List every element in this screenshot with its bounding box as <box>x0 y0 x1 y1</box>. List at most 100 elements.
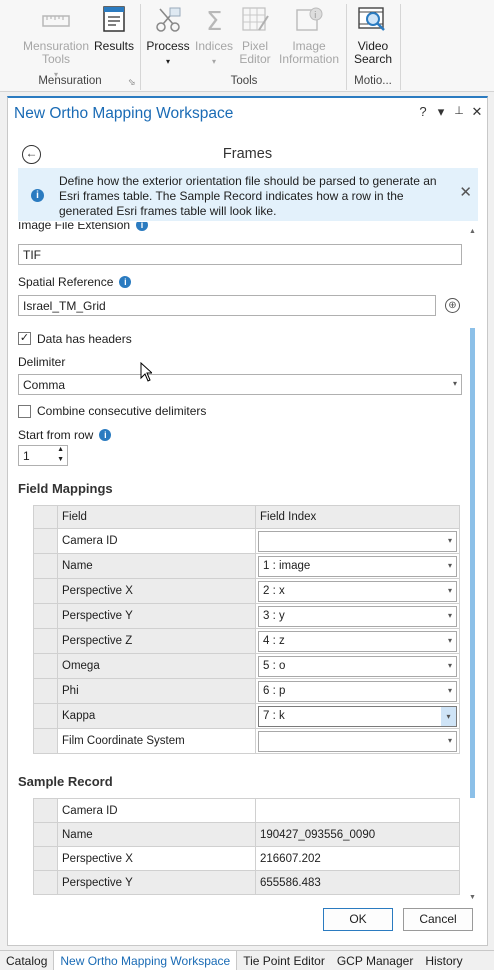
row-header[interactable] <box>33 578 58 604</box>
row-header[interactable] <box>33 628 58 654</box>
row-header[interactable] <box>33 553 58 579</box>
chevron-down-icon: ▾ <box>447 660 452 670</box>
info-icon[interactable]: i <box>119 276 132 288</box>
sample-field-name: Name <box>57 822 256 847</box>
cancel-button[interactable]: Cancel <box>403 908 473 931</box>
sample-record-title: Sample Record <box>18 774 113 789</box>
mensuration-group-label: Mensuration <box>38 75 102 87</box>
tab-catalog[interactable]: Catalog <box>0 951 53 970</box>
spatial-ref-label-row: Spatial Reference i <box>18 275 132 289</box>
ok-button[interactable]: OK <box>323 908 393 931</box>
table-row: Perspective Y 655586.483 <box>33 870 460 895</box>
ribbon-separator <box>140 4 141 90</box>
image-information-label: Image Information <box>278 39 340 66</box>
help-icon[interactable]: ? <box>417 104 429 120</box>
table-row: Perspective X 2 : x ▾ <box>33 578 460 604</box>
field-index-select[interactable]: 2 : x ▾ <box>258 580 457 602</box>
dialog-launcher-icon[interactable]: ⬂ <box>128 77 136 88</box>
field-mappings-table: Field Field Index Camera ID ▾ Name 1 : i… <box>33 505 460 754</box>
field-index-select[interactable]: ▾ <box>258 730 457 752</box>
combine-label: Combine consecutive delimiters <box>37 404 207 418</box>
field-name: Camera ID <box>57 528 256 554</box>
row-header[interactable] <box>33 678 58 704</box>
sample-record-table: Camera ID Name 190427_093556_0090 Perspe… <box>33 798 460 895</box>
results-button[interactable]: Results <box>92 4 136 53</box>
chevron-down-icon: ▾ <box>447 610 452 620</box>
headers-checkbox[interactable]: ✓ <box>18 332 31 345</box>
tab-new-ortho-mapping-workspace[interactable]: New Ortho Mapping Workspace <box>53 951 238 970</box>
scrollbar-thumb[interactable] <box>470 328 475 798</box>
tab-gcp-manager[interactable]: GCP Manager <box>331 951 419 970</box>
pane-title: New Ortho Mapping Workspace <box>14 105 234 122</box>
table-row: Perspective Y 3 : y ▾ <box>33 603 460 629</box>
mouse-cursor-icon <box>140 362 152 382</box>
combine-checkbox[interactable] <box>18 405 31 418</box>
field-name: Omega <box>57 653 256 679</box>
video-search-label: Video Search <box>353 39 393 66</box>
bottom-tab-bar: Catalog New Ortho Mapping Workspace Tie … <box>0 950 494 970</box>
image-ext-label: Image File Extension <box>18 222 131 232</box>
field-index-value: 1 : image <box>263 559 311 572</box>
table-row: Phi 6 : p ▾ <box>33 678 460 704</box>
field-name: Phi <box>57 678 256 704</box>
scroll-down-icon[interactable]: ▼ <box>469 894 476 901</box>
chevron-down-icon: ▾ <box>447 560 452 570</box>
process-label: Process <box>146 39 190 53</box>
row-header[interactable] <box>33 603 58 629</box>
info-icon[interactable]: i <box>99 429 112 441</box>
stepper-up-icon[interactable]: ▲ <box>57 446 64 453</box>
spatial-ref-input[interactable]: Israel_TM_Grid <box>18 295 436 316</box>
start-row-label-row: Start from row i <box>18 428 112 442</box>
results-label: Results <box>93 39 134 53</box>
row-header[interactable] <box>33 653 58 679</box>
process-button[interactable]: Process ▾ <box>145 4 191 68</box>
sample-field-value: 655586.483 <box>255 870 460 895</box>
chevron-down-icon: ▾ <box>211 57 216 66</box>
banner-close-icon[interactable]: ✕ <box>459 185 472 200</box>
delimiter-select[interactable]: Comma ▾ <box>18 374 462 395</box>
image-information-button[interactable]: i Image Information <box>276 4 342 66</box>
field-index-select[interactable]: 1 : image ▾ <box>258 555 457 577</box>
video-search-button[interactable]: Video Search <box>350 4 396 66</box>
field-index-select[interactable]: 3 : y ▾ <box>258 605 457 627</box>
chevron-down-icon: ▾ <box>447 685 452 695</box>
chevron-down-icon: ▾ <box>447 635 452 645</box>
field-index-select[interactable]: 7 : k ▾ <box>258 705 457 727</box>
row-header[interactable] <box>33 528 58 554</box>
tools-group-label: Tools <box>230 75 258 87</box>
start-row-stepper[interactable]: 1 ▲ ▼ <box>18 445 68 466</box>
form-content: Image File Extension i TIF Spatial Refere… <box>8 222 478 898</box>
field-name: Perspective Z <box>57 628 256 654</box>
field-index-select[interactable]: ▾ <box>258 530 457 552</box>
globe-icon[interactable]: ⊕ <box>445 298 460 313</box>
field-index-select[interactable]: 4 : z ▾ <box>258 630 457 652</box>
indices-button[interactable]: Σ Indices ▾ <box>193 4 235 68</box>
motion-group-label: Motio... <box>354 75 392 87</box>
start-row-label: Start from row <box>18 428 94 442</box>
results-icon <box>103 6 125 32</box>
mensuration-tools-button[interactable]: Mensuration Tools ▾ <box>22 4 90 81</box>
process-icon <box>156 7 181 32</box>
pin-icon[interactable]: ⊥ <box>453 104 465 120</box>
info-icon[interactable]: i <box>136 222 149 231</box>
info-banner: i Define how the exterior orientation fi… <box>18 168 478 221</box>
close-icon[interactable]: ✕ <box>471 104 483 120</box>
image-ext-input[interactable]: TIF <box>18 244 462 265</box>
field-name: Film Coordinate System <box>57 728 256 754</box>
tab-tie-point-editor[interactable]: Tie Point Editor <box>237 951 331 970</box>
scroll-up-icon[interactable]: ▲ <box>469 228 476 235</box>
pane-menu-icon[interactable]: ▾ <box>435 104 447 120</box>
col-header-index: Field Index <box>255 505 460 529</box>
vertical-scrollbar[interactable]: ▲ ▼ <box>469 228 476 901</box>
stepper-down-icon[interactable]: ▼ <box>57 456 64 463</box>
tab-history[interactable]: History <box>419 951 468 970</box>
field-index-select[interactable]: 6 : p ▾ <box>258 680 457 702</box>
sample-field-value: 216607.202 <box>255 846 460 871</box>
field-index-value: 3 : y <box>263 609 285 622</box>
row-header[interactable] <box>33 703 58 729</box>
ruler-icon <box>42 15 70 27</box>
field-index-select[interactable]: 5 : o ▾ <box>258 655 457 677</box>
table-row: Omega 5 : o ▾ <box>33 653 460 679</box>
pixel-editor-button[interactable]: Pixel Editor <box>236 4 274 66</box>
row-header[interactable] <box>33 728 58 754</box>
